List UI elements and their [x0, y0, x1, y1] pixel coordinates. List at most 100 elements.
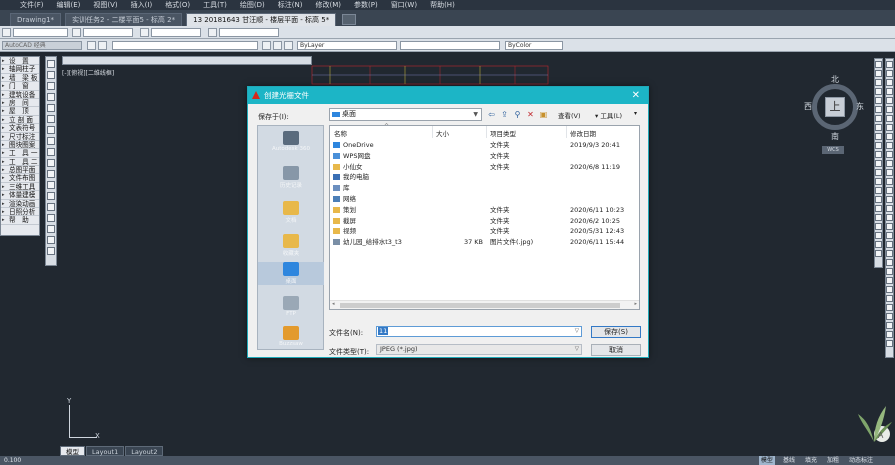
status-toggle-0[interactable]: 模型 — [758, 456, 775, 465]
scroll-thumb[interactable] — [340, 303, 620, 308]
modify-tool-icon[interactable] — [886, 232, 893, 239]
modify-tool-icon[interactable] — [886, 169, 893, 176]
file-row[interactable]: 小仙女 文件夹 2020/6/8 11:19 — [330, 162, 639, 172]
draw-tool-icon[interactable] — [47, 247, 55, 255]
menu-item-4[interactable]: 格式(O) — [165, 0, 190, 10]
workspace-combo[interactable]: AutoCAD 经典 — [2, 41, 82, 50]
palette-item-9[interactable]: 尺寸标注 — [1, 133, 39, 141]
modify-tool-icon[interactable] — [875, 79, 882, 86]
file-row[interactable]: 库 — [330, 183, 639, 193]
menu-item-0[interactable]: 文件(F) — [20, 0, 44, 10]
up-folder-icon[interactable]: ⇪ — [499, 109, 510, 120]
modify-tool-icon[interactable] — [875, 250, 882, 257]
modify-tool-icon[interactable] — [886, 223, 893, 230]
modify-tool-icon[interactable] — [875, 124, 882, 131]
file-row[interactable]: 幼儿园_给排水t3_t3 37 KB 图片文件(.jpg) 2020/6/11 15:… — [330, 237, 639, 247]
modify-tool-icon[interactable] — [875, 160, 882, 167]
doc-tab-0[interactable]: Drawing1* — [10, 13, 62, 26]
table-style-combo[interactable] — [151, 28, 201, 37]
file-row[interactable]: 网络 — [330, 194, 639, 204]
menu-item-9[interactable]: 参数(P) — [354, 0, 378, 10]
text-style-combo[interactable] — [13, 28, 68, 37]
modify-tool-icon[interactable] — [875, 97, 882, 104]
column-size[interactable]: 大小 — [436, 128, 449, 138]
menu-item-3[interactable]: 插入(I) — [131, 0, 153, 10]
gear-icon[interactable] — [87, 41, 96, 50]
viewcube-top-face[interactable]: 上 — [825, 97, 845, 117]
place-1[interactable]: 历史记录 — [258, 166, 324, 189]
place-2[interactable]: 文档 — [258, 201, 324, 224]
modify-tool-icon[interactable] — [875, 61, 882, 68]
compass-east[interactable]: 东 — [856, 101, 864, 112]
draw-tool-icon[interactable] — [47, 203, 55, 211]
modify-tool-icon[interactable] — [875, 106, 882, 113]
modify-tool-icon[interactable] — [886, 268, 893, 275]
layout-tab-1[interactable]: Layout1 — [86, 446, 125, 456]
layout-tab-2[interactable]: Layout2 — [125, 446, 164, 456]
modify-tool-icon[interactable] — [875, 205, 882, 212]
file-row[interactable]: WPS网盘 文件夹 — [330, 151, 639, 161]
viewcube[interactable]: 上 北 南 东 西 WCS — [804, 74, 864, 154]
modify-tool-icon[interactable] — [875, 232, 882, 239]
column-date[interactable]: 修改日期 — [570, 128, 596, 138]
filetype-combo[interactable]: JPEG (*.jpg) ▽ — [376, 344, 582, 355]
place-5[interactable]: FTP — [258, 296, 324, 317]
palette-item-15[interactable]: 三维工具 — [1, 183, 39, 192]
modify-tool-icon[interactable] — [875, 214, 882, 221]
draw-tool-icon[interactable] — [47, 225, 55, 233]
draw-tool-icon[interactable] — [47, 148, 55, 156]
draw-tool-icon[interactable] — [47, 115, 55, 123]
modify-tool-icon[interactable] — [886, 124, 893, 131]
menu-item-1[interactable]: 编辑(E) — [57, 0, 81, 10]
scale-readout[interactable]: 0.100 — [4, 456, 21, 465]
modify-tool-icon[interactable] — [875, 133, 882, 140]
modify-tool-icon[interactable] — [875, 115, 882, 122]
menu-item-7[interactable]: 标注(N) — [278, 0, 303, 10]
file-row[interactable]: 视频 文件夹 2020/5/31 12:43 — [330, 226, 639, 236]
layer-match-icon[interactable] — [273, 41, 282, 50]
menu-item-5[interactable]: 工具(T) — [203, 0, 227, 10]
layer-combo[interactable] — [112, 41, 258, 50]
modify-tool-icon[interactable] — [875, 196, 882, 203]
linetype-combo[interactable] — [400, 41, 500, 50]
modify-tool-icon[interactable] — [886, 214, 893, 221]
place-4[interactable]: 桌面 — [258, 262, 324, 285]
palette-item-4[interactable]: 建筑设备 — [1, 91, 39, 99]
menu-item-2[interactable]: 视图(V) — [93, 0, 117, 10]
modify-tool-icon[interactable] — [875, 151, 882, 158]
palette-item-16[interactable]: 体量建模 — [1, 191, 39, 200]
filename-input[interactable]: 11 ▽ — [376, 326, 582, 337]
modify-tool-icon[interactable] — [886, 70, 893, 77]
modify-tool-icon[interactable] — [886, 97, 893, 104]
cancel-button[interactable]: 取消 — [591, 344, 641, 356]
modify-tool-icon[interactable] — [886, 304, 893, 311]
compass-west[interactable]: 西 — [804, 101, 812, 112]
draw-tool-icon[interactable] — [47, 104, 55, 112]
modify-tool-icon[interactable] — [886, 142, 893, 149]
modify-tool-icon[interactable] — [886, 241, 893, 248]
modify-tool-icon[interactable] — [875, 241, 882, 248]
new-folder-icon[interactable]: ▣ — [538, 109, 549, 120]
palette-item-1[interactable]: 轴网柱子 — [1, 65, 39, 74]
draw-tool-icon[interactable] — [47, 214, 55, 222]
place-0[interactable]: Autodesk 360 — [258, 131, 324, 152]
status-toggle-1[interactable]: 基线 — [781, 456, 797, 465]
modify-tool-icon[interactable] — [886, 313, 893, 320]
menu-item-11[interactable]: 帮助(H) — [430, 0, 455, 10]
menu-item-6[interactable]: 绘图(D) — [240, 0, 265, 10]
palette-item-11[interactable]: 工 具 一 — [1, 149, 39, 158]
draw-tool-icon[interactable] — [47, 192, 55, 200]
draw-tool-icon[interactable] — [47, 126, 55, 134]
modify-tool-icon[interactable] — [875, 223, 882, 230]
draw-tool-icon[interactable] — [47, 82, 55, 90]
tools-chevron-icon[interactable]: ▾ — [634, 110, 637, 117]
wcs-menu[interactable]: WCS — [822, 146, 844, 154]
modify-tool-icon[interactable] — [886, 196, 893, 203]
layer-icon[interactable] — [98, 41, 107, 50]
column-type[interactable]: 项目类型 — [490, 128, 516, 138]
draw-tool-icon[interactable] — [47, 60, 55, 68]
modify-tool-icon[interactable] — [886, 79, 893, 86]
modify-tool-icon[interactable] — [875, 169, 882, 176]
place-3[interactable]: 收藏夹 — [258, 234, 324, 257]
modify-tool-icon[interactable] — [886, 106, 893, 113]
